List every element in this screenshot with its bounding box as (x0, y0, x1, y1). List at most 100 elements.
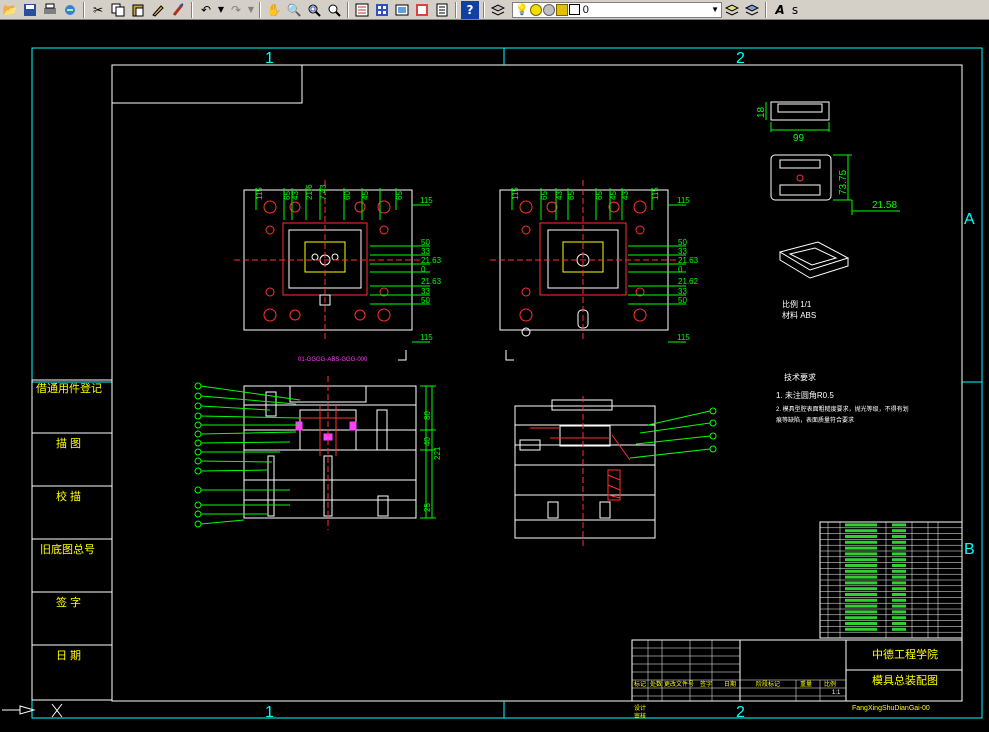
svg-text:标记: 标记 (634, 680, 646, 688)
help-icon[interactable]: ? (461, 0, 479, 19)
svg-text:43: 43 (621, 191, 630, 200)
cut-icon[interactable]: ✂ (89, 1, 107, 19)
svg-text:0: 0 (678, 265, 683, 274)
plot-icon[interactable] (61, 1, 79, 19)
dim-99: 99 (793, 133, 805, 144)
svg-text:33: 33 (678, 287, 687, 296)
drawing-canvas[interactable]: 1 2 1 2 A B 借通用件登记 描 图 校 描 旧底图总号 签 字 日 期 (0, 20, 989, 732)
svg-text:33: 33 (421, 247, 430, 256)
bom-row-name (845, 523, 877, 527)
brush-icon[interactable] (169, 1, 187, 19)
freeze-icon[interactable] (542, 3, 555, 16)
svg-text:7.43: 7.43 (319, 184, 328, 200)
bom-row-material (892, 581, 906, 585)
bom-row-name (845, 587, 877, 591)
sun-icon[interactable] (529, 3, 542, 16)
svg-text:65: 65 (595, 191, 604, 200)
toolbar-overflow[interactable]: s (791, 1, 799, 19)
separator (191, 1, 193, 18)
svg-text:0: 0 (421, 265, 426, 274)
bom-row-name (845, 569, 877, 573)
bom-row-name (845, 546, 877, 550)
tech-3: 痕等缺陷，表面质量符合要求 (776, 416, 854, 424)
calc-icon[interactable] (433, 1, 451, 19)
zone-bottom-1: 1 (265, 704, 274, 721)
design-center-icon[interactable] (373, 1, 391, 19)
bom-row-name (845, 604, 877, 608)
undo-icon[interactable]: ↶ (197, 1, 215, 19)
side-label-1: 描 图 (56, 436, 81, 450)
undo-dropdown-icon[interactable]: ▼ (217, 1, 225, 19)
layer-prev-icon[interactable] (723, 1, 741, 19)
bom-row-material (892, 558, 906, 562)
bom-row-material (892, 569, 906, 573)
redo-dropdown-icon[interactable]: ▼ (247, 1, 255, 19)
svg-text:33: 33 (678, 247, 687, 256)
save-icon[interactable] (21, 1, 39, 19)
svg-text:33: 33 (421, 287, 430, 296)
svg-text:处数: 处数 (650, 680, 662, 688)
balloon-callouts-right (629, 407, 717, 459)
svg-text:50: 50 (421, 296, 430, 305)
tech-2: 2. 模具型腔表面粗糙度要求，抛光等级，不得有划 (776, 405, 909, 413)
section-dim-221: 221 (433, 446, 442, 460)
chevron-down-icon[interactable]: ▼ (711, 5, 719, 14)
svg-text:50: 50 (678, 238, 687, 247)
copy-icon[interactable] (109, 1, 127, 19)
layer-dropdown[interactable]: 💡 0 ▼ (512, 1, 722, 18)
svg-text:签字: 签字 (700, 680, 712, 688)
layer-name: 0 (582, 3, 589, 16)
section-view-right (514, 396, 717, 546)
zoom-prev-icon[interactable] (325, 1, 343, 19)
separator (455, 1, 457, 18)
scale-value: 1:1 (832, 690, 841, 696)
dim-18: 18 (756, 106, 767, 118)
redo-icon[interactable]: ↷ (227, 1, 245, 19)
svg-text:阶段标记: 阶段标记 (756, 680, 780, 688)
bom-table (819, 521, 963, 639)
text-style-icon[interactable]: A (771, 1, 789, 19)
bom-row-name (845, 575, 877, 579)
pan-icon[interactable]: ✋ (265, 1, 283, 19)
bom-row-material (892, 587, 906, 591)
section-view-left: 221 80 40 25 (194, 376, 442, 530)
bom-row-material (892, 552, 906, 556)
bom-row-material (892, 575, 906, 579)
svg-text:115: 115 (651, 187, 660, 200)
side-label-0: 借通用件登记 (36, 381, 102, 395)
svg-text:115: 115 (677, 196, 690, 205)
inner-frame (111, 64, 963, 702)
lightbulb-icon[interactable]: 💡 (515, 3, 529, 16)
bom-row-name (845, 622, 877, 625)
bom-row-name (845, 558, 877, 562)
paste-icon[interactable] (129, 1, 147, 19)
drawing-svg: 1 2 1 2 A B 借通用件登记 描 图 校 描 旧底图总号 签 字 日 期 (2, 47, 983, 721)
svg-text:21.62: 21.62 (678, 277, 699, 286)
open-icon[interactable]: 📂 (1, 1, 19, 19)
sheet-set-icon[interactable] (413, 1, 431, 19)
lock-icon[interactable] (555, 3, 568, 16)
tool-palette-icon[interactable] (393, 1, 411, 19)
tech-title: 技术要求 (784, 372, 816, 382)
svg-text:50: 50 (421, 238, 430, 247)
properties-icon[interactable] (353, 1, 371, 19)
zoom-window-icon[interactable] (305, 1, 323, 19)
plan-view-right: 115 50 33 21.63 0 21.62 33 50 115 115 65… (490, 180, 699, 361)
bom-row-name (845, 540, 877, 544)
dim-73-75: 73.75 (838, 170, 849, 195)
svg-text:设计: 设计 (634, 704, 646, 712)
print-icon[interactable] (41, 1, 59, 19)
drawing-name: 模具总装配图 (872, 673, 938, 687)
layer-manager-icon[interactable] (489, 1, 507, 19)
svg-text:50: 50 (678, 296, 687, 305)
layer-state-icon[interactable] (743, 1, 761, 19)
separator (347, 1, 349, 18)
svg-text:115: 115 (677, 333, 690, 342)
weight-label: 重量 (800, 680, 812, 688)
match-props-icon[interactable] (149, 1, 167, 19)
tech-1: 1. 未注圆角R0.5 (776, 390, 834, 400)
svg-text:45: 45 (361, 191, 370, 200)
bom-row-material (892, 598, 906, 602)
zoom-realtime-icon[interactable]: 🔍 (285, 1, 303, 19)
svg-text:审核: 审核 (634, 712, 646, 720)
